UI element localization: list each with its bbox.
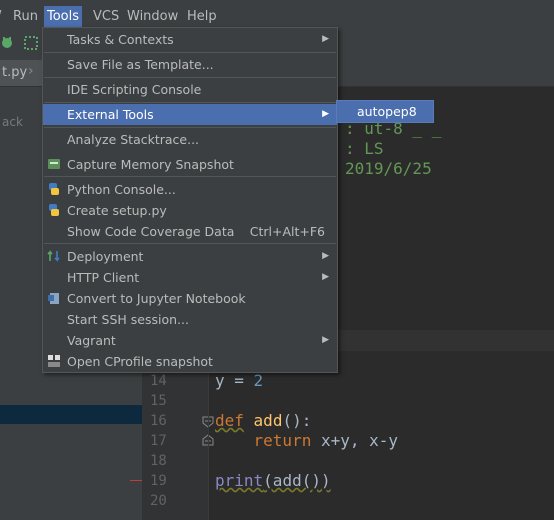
header-comment-line: : LS [345,139,384,158]
menu-item-save-as-template[interactable]: Save File as Template... [43,54,337,75]
line-number: 14 [150,373,167,389]
coverage-icon[interactable] [24,36,38,50]
menu-separator [44,176,336,177]
line-number: 16 [150,413,167,429]
tab-close-icon[interactable]: › [28,63,34,79]
menu-item-label: Start SSH session... [67,312,189,327]
menu-window[interactable]: Window [124,6,181,27]
tools-menu-dropdown: Tasks & Contexts ▶ Save File as Template… [42,27,338,373]
error-marker [130,480,142,481]
menu-item-python-console[interactable]: Python Console... [43,179,337,200]
cprofile-icon [48,355,60,367]
code-line-14: y = 2 [215,371,263,390]
code-line-17: return x+y, x-y [215,431,399,450]
menu-item-show-code-coverage[interactable]: Show Code Coverage Data Ctrl+Alt+F6 [43,221,337,242]
menu-item-convert-jupyter[interactable]: Convert to Jupyter Notebook [43,288,337,309]
editor-tab-label: t.py [2,65,28,80]
menu-vcs[interactable]: VCS [90,6,122,27]
submenu-item-autopep8[interactable]: autopep8 [357,101,417,122]
debug-bug-icon[interactable] [0,36,14,50]
menu-separator [44,127,336,128]
editor-tab-file[interactable]: t.py [0,60,42,86]
menu-item-label: Open CProfile snapshot [67,354,213,369]
menu-item-capture-memory-snapshot[interactable]: Capture Memory Snapshot [43,154,337,175]
code-token: print [215,471,264,490]
menu-separator [44,52,336,53]
menu-cut-edge: / [0,6,4,27]
menu-item-label: Save File as Template... [67,57,214,72]
line-number: 17 [150,433,167,449]
menu-item-label: Tasks & Contexts [67,32,174,47]
external-tools-submenu: autopep8 [336,100,434,123]
menu-item-analyze-stacktrace[interactable]: Analyze Stacktrace... [43,129,337,150]
menu-bar: / Run Tools VCS Window Help [0,6,554,27]
menu-item-http-client[interactable]: HTTP Client ▶ [43,267,337,288]
menu-item-label: Capture Memory Snapshot [67,157,234,172]
menu-item-create-setup-py[interactable]: Create setup.py [43,200,337,221]
menu-item-vagrant[interactable]: Vagrant ▶ [43,330,337,351]
menu-item-label: Vagrant [67,333,116,348]
menu-item-deployment[interactable]: Deployment ▶ [43,246,337,267]
project-panel-selection[interactable] [0,405,142,424]
project-panel-text: ack [2,115,23,129]
line-number: 18 [150,453,167,469]
code-token: return [253,431,312,450]
menu-item-label: Create setup.py [67,203,167,218]
submenu-arrow-icon: ▶ [322,34,329,44]
menu-item-shortcut: Ctrl+Alt+F6 [249,224,325,239]
line-number: 20 [150,493,167,509]
menu-tools[interactable]: Tools [44,6,83,27]
code-line-16: def add(): [215,411,311,430]
code-token: (add()) [263,471,331,490]
python-icon [49,183,59,195]
menu-item-label: Deployment [67,249,144,264]
submenu-arrow-icon: ▶ [322,109,329,119]
menu-item-label: IDE Scripting Console [67,82,202,97]
menu-item-label: HTTP Client [67,270,140,285]
deployment-icon [47,250,60,262]
submenu-arrow-icon: ▶ [322,335,329,345]
menu-item-external-tools[interactable]: External Tools ▶ [43,104,337,125]
code-token: x+y, x-y [311,431,399,450]
memory-snapshot-icon [48,159,60,169]
menu-item-start-ssh[interactable]: Start SSH session... [43,309,337,330]
menu-item-ide-scripting-console[interactable]: IDE Scripting Console [43,79,337,100]
line-number: 19 [150,473,167,489]
menu-item-label: External Tools [67,107,154,122]
code-token: y [215,371,225,390]
menu-item-tasks-contexts[interactable]: Tasks & Contexts ▶ [43,29,337,50]
submenu-arrow-icon: ▶ [322,272,329,282]
menu-item-label: Convert to Jupyter Notebook [67,291,246,306]
menu-item-open-cprofile[interactable]: Open CProfile snapshot [43,351,337,372]
submenu-arrow-icon: ▶ [322,251,329,261]
menu-separator [44,243,336,244]
code-token: 2 [253,371,264,390]
code-line-19: print(add()) [215,471,331,490]
code-token: def [215,411,244,430]
menu-separator [44,77,336,78]
gutter-divider [208,351,209,520]
python-setup-icon [49,204,59,216]
header-comment-line: 2019/6/25 [345,159,432,178]
menu-item-label: Analyze Stacktrace... [67,132,200,147]
menu-item-label: Python Console... [67,182,176,197]
menu-run[interactable]: Run [10,6,41,27]
jupyter-icon [48,293,59,304]
line-number: 15 [150,393,167,409]
code-token: add [253,411,283,430]
menu-separator [44,102,336,103]
code-token: (): [282,411,312,430]
code-token: = [224,371,254,390]
menu-help[interactable]: Help [184,6,220,27]
menu-item-label: Show Code Coverage Data [67,224,235,239]
